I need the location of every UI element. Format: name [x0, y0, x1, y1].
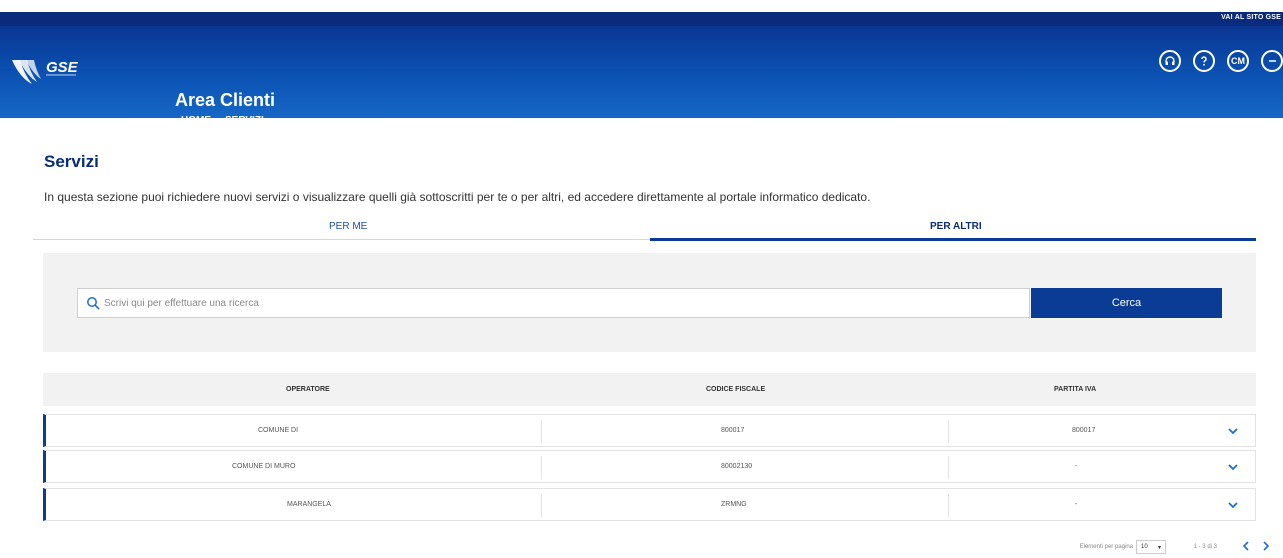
tab-per-altri[interactable]: PER ALTRI — [930, 221, 982, 232]
page-range: 1 - 3 di 3 — [1193, 544, 1217, 550]
logo-wordmark: GSE — [46, 59, 79, 76]
help-icon[interactable] — [1193, 50, 1215, 72]
items-per-page-select[interactable]: 10 ▾ — [1136, 540, 1166, 554]
cell-divider — [948, 420, 949, 443]
search-icon — [87, 297, 100, 310]
cell-codice-fiscale: 800017 — [721, 427, 745, 434]
top-whitespace — [0, 0, 1283, 12]
gse-logo[interactable]: GSE — [10, 54, 90, 90]
nav-home[interactable]: HOME — [181, 115, 211, 126]
header-top-strip: VAI AL SITO GSE — [0, 12, 1283, 26]
search-input[interactable] — [104, 289, 1004, 317]
table-row[interactable]: COMUNE DI MURO 80002130 - — [43, 450, 1256, 483]
tab-per-me[interactable]: PER ME — [329, 221, 367, 232]
cell-divider — [948, 494, 949, 517]
service-tabs: PER ME PER ALTRI — [33, 218, 1256, 241]
cell-operatore: MARANGELA — [287, 501, 331, 508]
table-header: OPERATORE CODICE FISCALE PARTITA IVA — [43, 373, 1256, 406]
app-title: Area Clienti — [175, 90, 276, 110]
cell-codice-fiscale: ZRMNG — [721, 501, 747, 508]
column-header-partita-iva[interactable]: PARTITA IVA — [1054, 386, 1096, 393]
chevron-down-icon[interactable] — [1227, 425, 1239, 437]
select-caret-icon: ▾ — [1157, 545, 1161, 551]
active-tab-indicator — [650, 238, 1256, 241]
items-per-page-value: 10 — [1141, 544, 1148, 550]
headset-icon[interactable] — [1159, 50, 1181, 72]
chevron-down-icon[interactable] — [1227, 461, 1239, 473]
cell-divider — [948, 456, 949, 479]
cell-partita-iva: - — [1075, 463, 1078, 470]
cell-codice-fiscale: 80002130 — [721, 463, 753, 470]
column-header-codice-fiscale[interactable]: CODICE FISCALE — [706, 386, 765, 393]
nav-servizi[interactable]: SERVIZI — [225, 115, 264, 126]
main-nav: HOME SERVIZI — [181, 115, 264, 126]
table-row[interactable]: MARANGELA ZRMNG - — [43, 488, 1256, 521]
page-description: In questa sezione puoi richiedere nuovi … — [44, 190, 871, 204]
logout-icon[interactable] — [1261, 50, 1283, 72]
cell-partita-iva: - — [1075, 501, 1078, 508]
search-box — [77, 288, 1030, 318]
table-row[interactable]: COMUNE DI 800017 800017 — [43, 414, 1256, 447]
search-button[interactable]: Cerca — [1031, 288, 1222, 318]
cell-operatore: COMUNE DI — [258, 427, 299, 434]
cell-partita-iva: 800017 — [1072, 427, 1096, 434]
chevron-down-icon[interactable] — [1227, 499, 1239, 511]
header-actions: CM — [1159, 50, 1283, 72]
cell-divider — [541, 456, 542, 479]
chevron-right-icon[interactable] — [1261, 540, 1271, 552]
cell-divider — [541, 420, 542, 443]
items-per-page-label: Elementi per pagina — [1079, 544, 1133, 550]
pagination: Elementi per pagina 10 ▾ 1 - 3 di 3 — [983, 540, 1283, 554]
site-header: VAI AL SITO GSE GSE Area Clienti HOME SE… — [0, 12, 1283, 126]
cm-icon[interactable]: CM — [1227, 50, 1249, 72]
cell-divider — [541, 494, 542, 517]
gse-site-link[interactable]: VAI AL SITO GSE — [1221, 14, 1281, 21]
chevron-left-icon[interactable] — [1241, 540, 1251, 552]
column-header-operatore[interactable]: OPERATORE — [286, 386, 330, 393]
page-title: Servizi — [44, 152, 99, 171]
search-panel: Cerca — [43, 253, 1256, 352]
cell-operatore: COMUNE DI MURO — [232, 463, 296, 470]
